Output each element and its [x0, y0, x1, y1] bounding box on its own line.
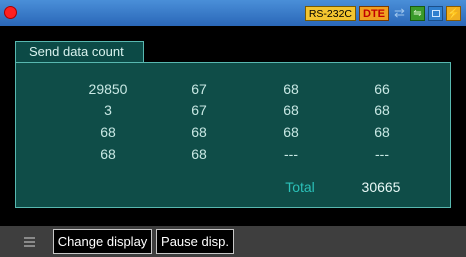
menu-icon[interactable] — [24, 237, 35, 247]
table-cell: --- — [284, 146, 298, 162]
status-icons: RS-232C DTE ⇄ ⇋ ⚡ — [304, 5, 461, 21]
signal-icon: ⇄ — [394, 5, 405, 20]
table-cell: 67 — [191, 102, 207, 118]
table-cell: 68 — [374, 124, 390, 140]
table-cell: 68 — [283, 81, 299, 97]
table-cell: 29850 — [88, 81, 128, 97]
table-cell: 67 — [191, 81, 207, 97]
pause-display-button[interactable]: Pause disp. — [156, 229, 234, 254]
table-cell: 68 — [191, 124, 207, 140]
interface-badge: RS-232C — [304, 5, 356, 21]
table-cell: 68 — [283, 124, 299, 140]
table-cell: 68 — [191, 146, 207, 162]
network-icon: ⇋ — [410, 5, 425, 21]
change-display-button[interactable]: Change display — [53, 229, 152, 254]
total-value: 30665 — [361, 179, 401, 195]
status-bar: RS-232C DTE ⇄ ⇋ ⚡ — [0, 0, 466, 26]
table-cell: 66 — [374, 81, 390, 97]
table-cell: 68 — [100, 146, 116, 162]
power-icon: ⚡ — [446, 5, 461, 21]
table-cell: 68 — [374, 102, 390, 118]
table-cell: 3 — [104, 102, 112, 118]
tab-send-data-count[interactable]: Send data count — [15, 41, 144, 63]
mode-badge: DTE — [359, 5, 389, 21]
send-data-count-panel: 29850 67 68 66 3 67 68 68 68 68 68 68 68… — [15, 62, 451, 208]
card-icon — [428, 5, 443, 21]
record-indicator-icon — [4, 6, 17, 19]
total-label: Total — [285, 179, 315, 195]
table-cell: --- — [375, 146, 389, 162]
table-cell: 68 — [100, 124, 116, 140]
table-cell: 68 — [283, 102, 299, 118]
